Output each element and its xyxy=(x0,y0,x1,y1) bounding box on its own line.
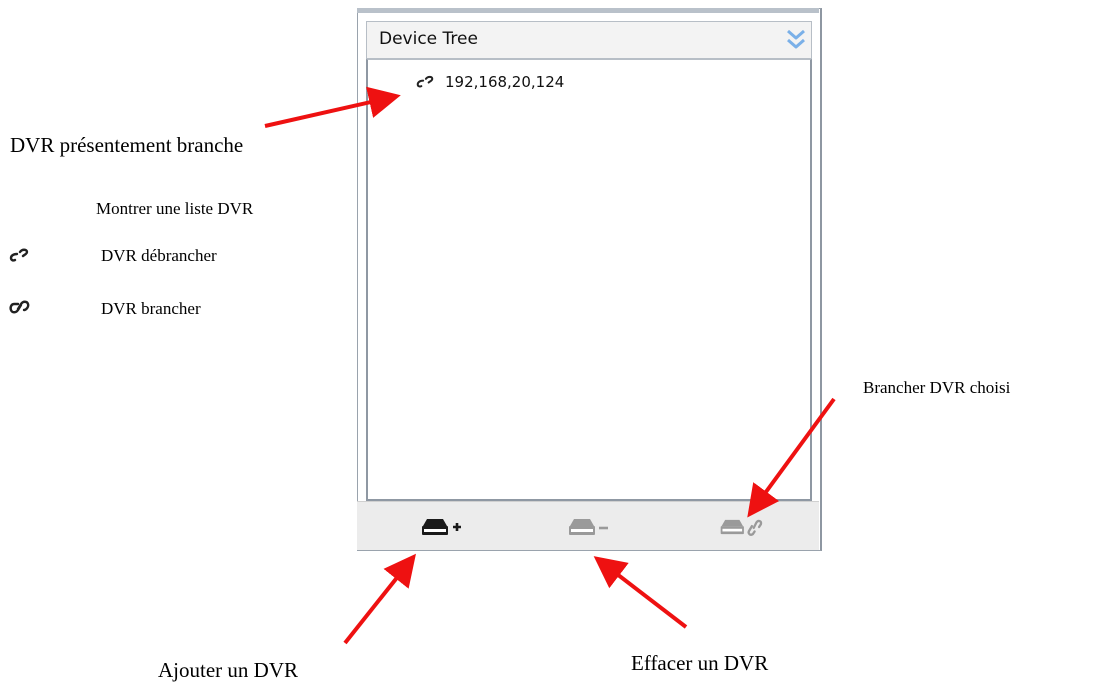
arrow-to-delete xyxy=(593,556,688,629)
delete-dvr-button[interactable] xyxy=(564,512,614,542)
dvr-remove-icon xyxy=(569,519,608,535)
annotation-show-list: Montrer une liste DVR xyxy=(96,199,254,218)
device-tree-list[interactable]: 192,168,20,124 xyxy=(366,59,812,501)
add-dvr-button[interactable] xyxy=(417,512,467,542)
device-tree-panel: Device Tree 192,168,20,124 xyxy=(357,8,822,551)
annotation-connected-now: DVR présentement branche xyxy=(10,133,244,157)
tree-node-label: 192,168,20,124 xyxy=(445,73,565,91)
connect-dvr-button[interactable] xyxy=(718,512,768,542)
device-tree-header: Device Tree xyxy=(366,21,812,59)
tree-node-dvr[interactable]: 192,168,20,124 xyxy=(415,71,564,93)
broken-link-icon xyxy=(416,75,434,87)
annotation-delete: Effacer un DVR xyxy=(631,651,769,675)
annotation-connect-selected: Brancher DVR choisi xyxy=(863,378,1011,397)
annotation-disconnected: DVR débrancher xyxy=(101,246,217,265)
dvr-add-icon xyxy=(422,519,461,535)
dvr-link-icon xyxy=(720,519,763,536)
device-tree-toolbar xyxy=(357,501,819,550)
arrow-to-add xyxy=(343,553,416,645)
double-chevron-down-icon[interactable] xyxy=(785,28,807,52)
link-icon xyxy=(9,300,30,314)
broken-link-icon xyxy=(9,248,29,262)
panel-top-bar xyxy=(357,8,819,13)
annotation-add: Ajouter un DVR xyxy=(158,658,298,682)
annotation-connected: DVR brancher xyxy=(101,299,201,318)
device-tree-title: Device Tree xyxy=(379,29,478,49)
